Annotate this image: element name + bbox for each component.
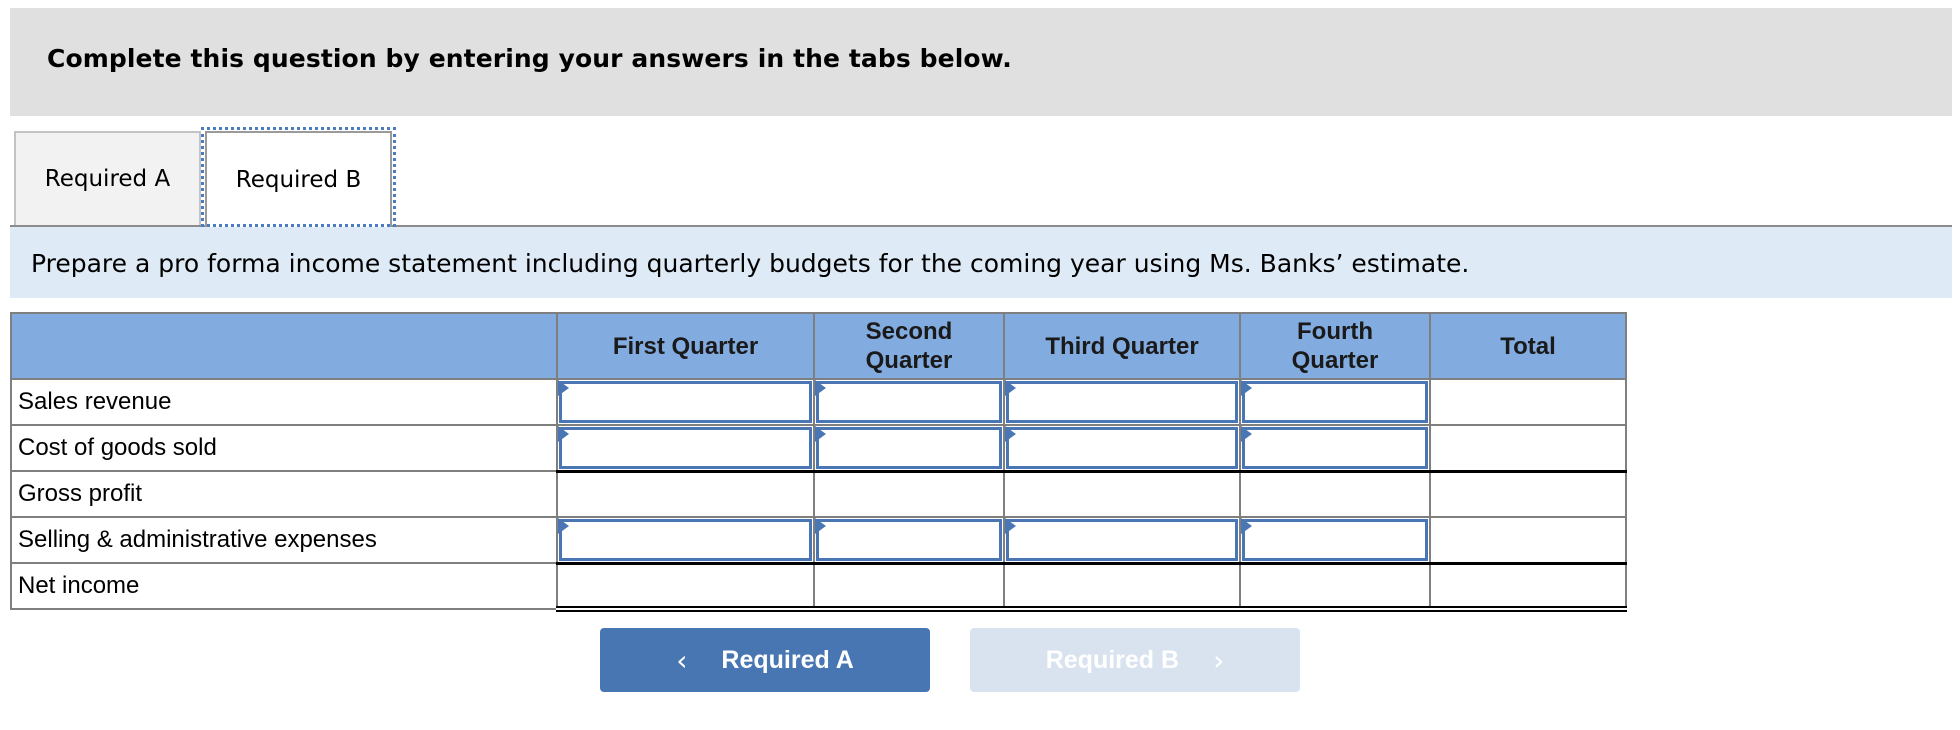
sga-q1-input[interactable] xyxy=(562,522,809,558)
cogs-q4-cell[interactable] xyxy=(1239,424,1431,473)
net-income-q4-cell xyxy=(1239,562,1431,612)
row-label-net-income: Net income xyxy=(10,562,558,610)
chevron-left-icon: ‹ xyxy=(676,643,688,677)
sales-revenue-q3-cell[interactable] xyxy=(1003,378,1241,426)
sga-q3-input-box[interactable] xyxy=(1006,519,1238,561)
table-row-sales-revenue: Sales revenue xyxy=(10,378,1627,426)
sales-revenue-q4-input[interactable] xyxy=(1245,384,1425,420)
column-header-second-quarter: Second Quarter xyxy=(813,312,1005,380)
input-flag-icon xyxy=(815,380,826,396)
task-instruction-text: Prepare a pro forma income statement inc… xyxy=(31,249,1470,278)
question-header: Complete this question by entering your … xyxy=(10,8,1952,116)
cogs-q3-cell[interactable] xyxy=(1003,424,1241,473)
chevron-right-icon: › xyxy=(1213,643,1225,677)
table-row-cost-of-goods-sold: Cost of goods sold xyxy=(10,424,1627,473)
gross-profit-q4-cell xyxy=(1239,470,1431,518)
cogs-q2-cell[interactable] xyxy=(813,424,1005,473)
sales-revenue-q1-input[interactable] xyxy=(562,384,809,420)
cogs-q4-input[interactable] xyxy=(1245,430,1425,466)
row-label-sales-revenue: Sales revenue xyxy=(10,378,558,426)
net-income-q3-cell xyxy=(1003,562,1241,612)
sga-q1-cell[interactable] xyxy=(556,516,815,565)
sga-q2-cell[interactable] xyxy=(813,516,1005,565)
tab-required-b[interactable]: Required B xyxy=(205,131,392,227)
tab-bar: Required A Required B xyxy=(10,127,1952,227)
input-flag-icon xyxy=(815,518,826,534)
column-header-fourth-quarter: Fourth Quarter xyxy=(1239,312,1431,380)
net-income-q1-cell xyxy=(556,562,815,612)
gross-profit-total-cell xyxy=(1429,470,1627,518)
sga-total-cell xyxy=(1429,516,1627,565)
sga-q4-cell[interactable] xyxy=(1239,516,1431,565)
sales-revenue-q3-input-box[interactable] xyxy=(1006,381,1238,423)
sga-q2-input[interactable] xyxy=(819,522,999,558)
column-header-label xyxy=(10,312,558,380)
cogs-q1-input[interactable] xyxy=(562,430,809,466)
table-header-row: First Quarter Second Quarter Third Quart… xyxy=(10,312,1627,380)
sales-revenue-q1-input-box[interactable] xyxy=(559,381,812,423)
input-flag-icon xyxy=(1241,426,1252,442)
task-instruction-band: Prepare a pro forma income statement inc… xyxy=(10,227,1952,298)
sales-revenue-q4-input-box[interactable] xyxy=(1242,381,1428,423)
row-label-gross-profit: Gross profit xyxy=(10,470,558,518)
input-flag-icon xyxy=(1005,518,1016,534)
gross-profit-q3-cell xyxy=(1003,470,1241,518)
table-row-selling-admin-expenses: Selling & administrative expenses xyxy=(10,516,1627,565)
sales-revenue-q2-input-box[interactable] xyxy=(816,381,1002,423)
input-flag-icon xyxy=(1005,380,1016,396)
column-header-total: Total xyxy=(1429,312,1627,380)
next-required-b-button: Required B › xyxy=(970,628,1300,692)
column-header-second-quarter-text: Second Quarter xyxy=(865,318,953,374)
sales-revenue-q3-input[interactable] xyxy=(1009,384,1235,420)
income-statement-table: First Quarter Second Quarter Third Quart… xyxy=(10,312,1627,612)
column-header-first-quarter: First Quarter xyxy=(556,312,815,380)
column-header-third-quarter: Third Quarter xyxy=(1003,312,1241,380)
sales-revenue-q1-cell[interactable] xyxy=(556,378,815,426)
sales-revenue-q4-cell[interactable] xyxy=(1239,378,1431,426)
prev-required-a-button[interactable]: ‹ Required A xyxy=(600,628,930,692)
sales-revenue-total-cell xyxy=(1429,378,1627,426)
sga-q3-input[interactable] xyxy=(1009,522,1235,558)
question-instruction-title: Complete this question by entering your … xyxy=(47,44,1012,73)
sga-q3-cell[interactable] xyxy=(1003,516,1241,565)
row-label-selling-admin-expenses: Selling & administrative expenses xyxy=(10,516,558,564)
column-header-fourth-quarter-text: Fourth Quarter xyxy=(1291,318,1379,374)
table-row-net-income: Net income xyxy=(10,562,1627,612)
sga-q2-input-box[interactable] xyxy=(816,519,1002,561)
table-row-gross-profit: Gross profit xyxy=(10,470,1627,518)
cogs-q3-input[interactable] xyxy=(1009,430,1235,466)
sga-q4-input[interactable] xyxy=(1245,522,1425,558)
gross-profit-q1-cell xyxy=(556,470,815,518)
row-label-cost-of-goods-sold: Cost of goods sold xyxy=(10,424,558,472)
prev-button-label: Required A xyxy=(721,645,854,674)
sga-q4-input-box[interactable] xyxy=(1242,519,1428,561)
gross-profit-q2-cell xyxy=(813,470,1005,518)
cogs-total-cell xyxy=(1429,424,1627,473)
net-income-total-cell xyxy=(1429,562,1627,612)
cogs-q3-input-box[interactable] xyxy=(1006,427,1238,469)
input-flag-icon xyxy=(558,380,569,396)
sga-q1-input-box[interactable] xyxy=(559,519,812,561)
cogs-q4-input-box[interactable] xyxy=(1242,427,1428,469)
next-button-label: Required B xyxy=(1045,645,1180,674)
input-flag-icon xyxy=(815,426,826,442)
net-income-q2-cell xyxy=(813,562,1005,612)
input-flag-icon xyxy=(1005,426,1016,442)
input-flag-icon xyxy=(1241,380,1252,396)
cogs-q1-cell[interactable] xyxy=(556,424,815,473)
sales-revenue-q2-cell[interactable] xyxy=(813,378,1005,426)
input-flag-icon xyxy=(558,426,569,442)
cogs-q2-input-box[interactable] xyxy=(816,427,1002,469)
cogs-q2-input[interactable] xyxy=(819,430,999,466)
input-flag-icon xyxy=(558,518,569,534)
tab-required-a[interactable]: Required A xyxy=(14,131,201,225)
sales-revenue-q2-input[interactable] xyxy=(819,384,999,420)
cogs-q1-input-box[interactable] xyxy=(559,427,812,469)
input-flag-icon xyxy=(1241,518,1252,534)
